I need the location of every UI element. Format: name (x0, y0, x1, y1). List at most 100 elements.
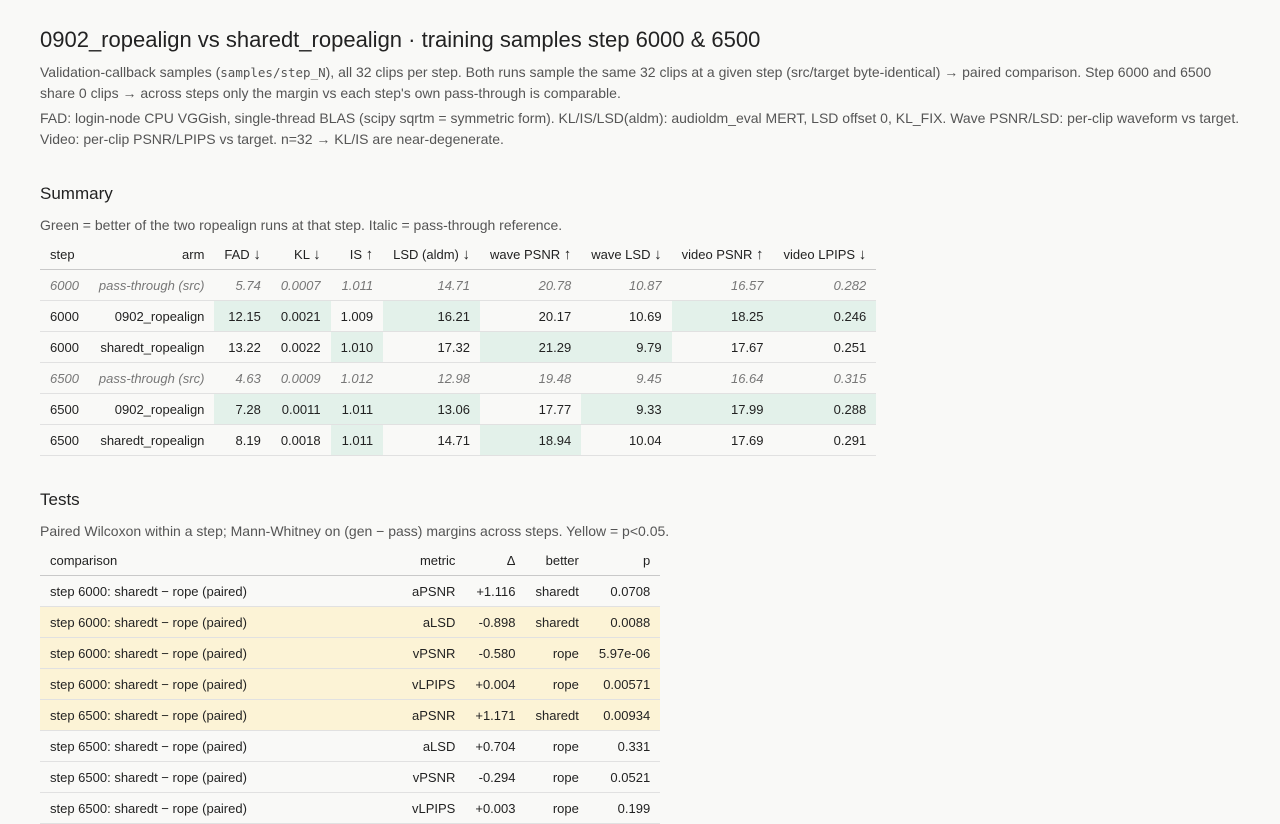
tests-column-header: metric (402, 546, 466, 576)
table-cell: 17.99 (671, 393, 774, 425)
table-cell: vLPIPS (402, 668, 466, 700)
table-row: step 6500: sharedt − rope (paired) vLPIPS… (40, 792, 661, 824)
summary-heading: Summary (40, 184, 113, 203)
table-cell: 14.71 (383, 269, 481, 301)
table-cell: 9.33 (581, 393, 672, 425)
summary-column-header: video PSNR ↑ (671, 240, 774, 270)
tests-column-header: Δ (465, 546, 526, 576)
table-cell: 14.71 (383, 424, 481, 456)
table-cell: step 6000: sharedt − rope (paired) (40, 637, 402, 669)
table-cell: 0.0088 (588, 606, 661, 638)
table-row: 6000 0902_ropealign 12.15 0.0021 1.009 16.21 2… (40, 300, 877, 332)
sort-higher-better-icon: ↑ (365, 246, 374, 263)
table-cell: aPSNR (402, 575, 466, 607)
table-cell: 0.251 (773, 331, 877, 363)
sort-higher-better-icon: ↑ (756, 246, 764, 263)
summary-column-header: KL ↓ (270, 240, 331, 270)
column-label: LSD (aldm) (393, 247, 459, 262)
table-cell: 0.0521 (588, 761, 661, 793)
table-cell: 12.98 (383, 362, 481, 394)
table-cell: 0.00571 (588, 668, 661, 700)
table-cell: -0.294 (465, 761, 526, 793)
table-cell: step 6500: sharedt − rope (paired) (40, 699, 402, 731)
tests-column-header: comparison (40, 546, 402, 576)
table-cell: rope (525, 668, 589, 700)
table-cell: 0.282 (773, 269, 877, 301)
table-cell: 12.15 (214, 300, 271, 332)
table-cell: 0.288 (773, 393, 877, 425)
table-cell: 10.87 (581, 269, 672, 301)
table-cell: 6000 (40, 300, 89, 332)
summary-column-header: FAD ↓ (214, 240, 271, 270)
column-label: step (50, 247, 75, 262)
summary-column-header: arm (88, 240, 215, 270)
table-cell: 21.29 (480, 331, 582, 363)
table-cell: sharedt (525, 606, 589, 638)
table-cell: 17.67 (671, 331, 774, 363)
table-cell: 0.00934 (588, 699, 661, 731)
table-cell: 0.246 (773, 300, 877, 332)
summary-column-header: LSD (aldm) ↓ (383, 240, 481, 270)
table-cell: 20.78 (480, 269, 582, 301)
table-cell: aPSNR (402, 699, 466, 731)
table-cell: 0.199 (588, 792, 661, 824)
table-cell: 0.0022 (270, 331, 331, 363)
sort-lower-better-icon: ↓ (313, 246, 321, 263)
table-cell: 16.21 (383, 300, 481, 332)
summary-note: Green = better of the two ropealign runs… (40, 217, 563, 233)
sort-lower-better-icon: ↓ (654, 246, 662, 263)
column-label: wave PSNR (490, 247, 561, 262)
table-cell: 17.69 (671, 424, 774, 456)
table-cell: 13.22 (214, 331, 271, 363)
page-title: 0902_ropealign vs sharedt_ropealign · tr… (40, 27, 761, 52)
table-cell: 18.25 (671, 300, 774, 332)
table-cell: 6000 (40, 269, 89, 301)
significant-row: step 6000: sharedt − rope (paired) vPSNR -… (40, 637, 661, 669)
table-cell: sharedt (525, 575, 589, 607)
table-cell: step 6000: sharedt − rope (paired) (40, 606, 402, 638)
table-cell: 0.0018 (270, 424, 331, 456)
table-cell: 0.0011 (270, 393, 331, 425)
table-cell: step 6500: sharedt − rope (paired) (40, 761, 402, 793)
table-cell: 6500 (40, 362, 89, 394)
column-label: KL (294, 247, 310, 262)
description-samples-pre: Validation-callback samples ( (40, 64, 221, 80)
column-label: video PSNR (681, 247, 753, 262)
table-cell: vLPIPS (402, 792, 466, 824)
samples-path-code: samples/step_N (220, 65, 326, 80)
table-cell: 0.0021 (270, 300, 331, 332)
table-cell: 0.0009 (270, 362, 331, 394)
table-cell: sharedt_ropealign (88, 424, 215, 456)
table-cell: vPSNR (402, 761, 466, 793)
table-cell: 7.28 (214, 393, 271, 425)
table-cell: rope (525, 637, 589, 669)
significant-row: step 6000: sharedt − rope (paired) vLPIPS… (40, 668, 661, 700)
table-cell: 19.48 (480, 362, 582, 394)
table-cell: rope (525, 730, 589, 762)
table-cell: aLSD (402, 730, 466, 762)
tests-note: Paired Wilcoxon within a step; Mann-Whit… (40, 523, 670, 539)
table-cell: +1.116 (465, 575, 526, 607)
tests-column-header: better (525, 546, 589, 576)
table-cell: -0.898 (465, 606, 526, 638)
table-cell: vPSNR (402, 637, 466, 669)
table-cell: 10.69 (581, 300, 672, 332)
table-cell: 9.45 (581, 362, 672, 394)
table-cell: 1.011 (330, 393, 384, 425)
sort-lower-better-icon: ↓ (253, 246, 261, 263)
table-row: 6500 0902_ropealign 7.28 0.0011 1.011 13.06 17… (40, 393, 877, 425)
table-cell: 0.0007 (270, 269, 331, 301)
table-cell: 0.331 (588, 730, 661, 762)
table-cell: 17.77 (480, 393, 582, 425)
summary-table: step arm FAD ↓ KL ↓ IS ↑ LSD (aldm) ↓ wave PSN… (40, 240, 877, 456)
summary-column-header: video LPIPS ↓ (773, 240, 877, 270)
table-cell: aLSD (402, 606, 466, 638)
sort-higher-better-icon: ↑ (563, 246, 572, 263)
table-cell: step 6500: sharedt − rope (paired) (40, 792, 402, 824)
table-cell: 16.57 (671, 269, 774, 301)
table-cell: 0.291 (773, 424, 877, 456)
table-cell: sharedt_ropealign (88, 331, 215, 363)
table-cell: step 6000: sharedt − rope (paired) (40, 668, 402, 700)
table-cell: rope (525, 761, 589, 793)
column-label: wave LSD (591, 247, 651, 262)
